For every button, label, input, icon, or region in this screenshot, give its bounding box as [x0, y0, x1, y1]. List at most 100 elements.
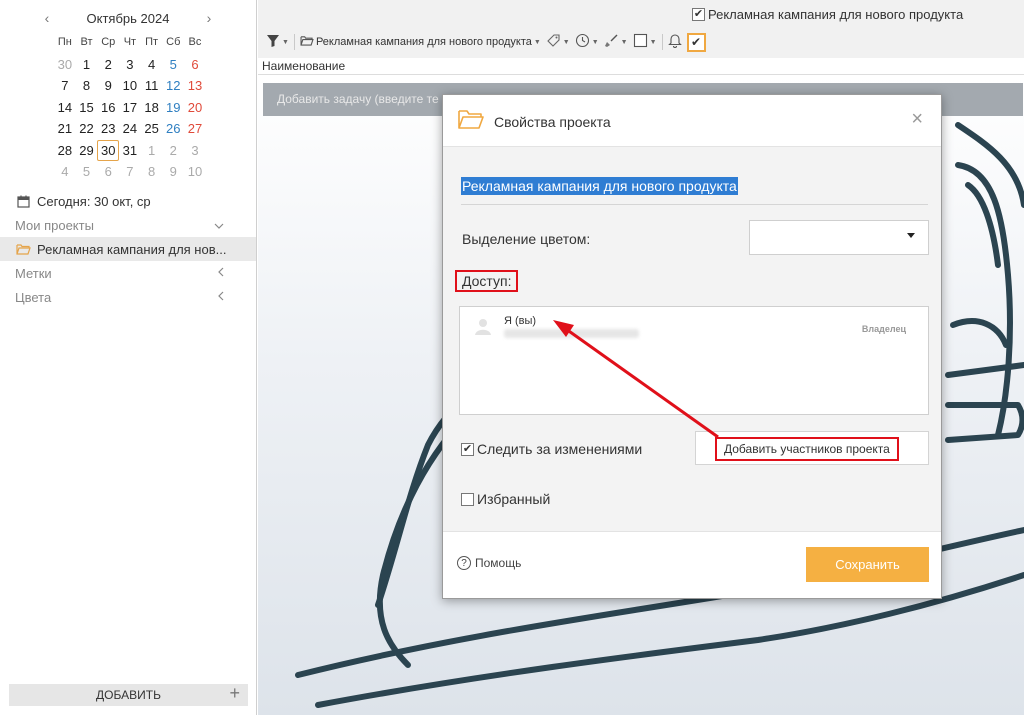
calendar-day[interactable]: 21	[54, 119, 76, 138]
caret-icon: ▼	[591, 38, 599, 46]
calendar-day[interactable]: 6	[184, 55, 206, 74]
calendar-day[interactable]: 25	[141, 119, 163, 138]
reminder-button[interactable]	[667, 32, 682, 52]
calendar-day[interactable]: 13	[184, 76, 206, 95]
calendar-day[interactable]: 9	[162, 162, 184, 181]
calendar-day[interactable]: 9	[97, 76, 119, 95]
sidebar-item-project[interactable]: Рекламная кампания для нов...	[0, 237, 256, 261]
square-icon	[633, 33, 648, 51]
favorite-checkbox[interactable]: Избранный	[461, 491, 550, 507]
calendar-day[interactable]: 23	[97, 119, 119, 138]
topbar: ✔ Рекламная кампания для нового продукта…	[258, 0, 1024, 58]
calendar-day[interactable]: 10	[184, 162, 206, 181]
project-label: Рекламная кампания для нов...	[37, 241, 227, 257]
track-changes-checkbox[interactable]: ✔ Следить за изменениями	[461, 441, 642, 457]
caret-icon: ▼	[533, 38, 541, 46]
today-item[interactable]: Сегодня: 30 окт, ср	[0, 189, 256, 213]
color-square-button[interactable]: ▼	[633, 32, 657, 52]
calendar-day[interactable]: 22	[76, 119, 98, 138]
project-name-value: Рекламная кампания для нового продукта	[461, 177, 738, 195]
calendar-day[interactable]: 3	[184, 141, 206, 160]
completed-toggle-button[interactable]: ✔	[686, 32, 706, 52]
calendar-day[interactable]: 5	[162, 55, 184, 74]
favorite-label: Избранный	[477, 491, 551, 507]
avatar	[474, 317, 492, 335]
sidebar-section-colors[interactable]: Цвета	[0, 285, 256, 309]
calendar-day[interactable]: 5	[76, 162, 98, 181]
member-role: Владелец	[861, 324, 906, 334]
calendar-day[interactable]: 14	[54, 98, 76, 117]
brush-filter-button[interactable]: ▼	[604, 32, 628, 52]
calendar-day[interactable]: 24	[119, 119, 141, 138]
calendar-day[interactable]: 7	[54, 76, 76, 95]
clock-filter-button[interactable]: ▼	[575, 32, 599, 52]
weekday: Пт	[145, 36, 159, 49]
toolbar: ▼ Рекламная кампания для нового продукта…	[266, 31, 706, 53]
calendar-week: 7 8 9 10 11 12 13	[54, 75, 206, 97]
section-label: Мои проекты	[15, 217, 94, 233]
project-check-label: Рекламная кампания для нового продукта	[708, 7, 964, 22]
caret-icon: ▼	[649, 38, 657, 46]
project-visibility-checkbox[interactable]: ✔ Рекламная кампания для нового продукта	[692, 7, 963, 22]
add-members-button[interactable]: Добавить участников проекта	[695, 431, 929, 465]
calendar-day[interactable]: 3	[119, 55, 141, 74]
calendar-day[interactable]: 30	[54, 55, 76, 74]
color-label: Выделение цветом:	[462, 231, 591, 247]
calendar-day[interactable]: 16	[97, 98, 119, 117]
next-month-button[interactable]: ›	[200, 10, 218, 26]
calendar-day[interactable]: 1	[141, 141, 163, 160]
calendar-day[interactable]: 6	[97, 162, 119, 181]
close-icon[interactable]: ×	[911, 109, 923, 129]
calendar-day[interactable]: 11	[141, 76, 163, 95]
brush-icon	[604, 33, 619, 51]
column-header-name[interactable]: Наименование	[258, 58, 1024, 75]
toolbar-divider	[661, 34, 663, 50]
calendar-day[interactable]: 28	[54, 141, 76, 160]
save-button[interactable]: Сохранить	[806, 547, 929, 582]
chevron-left-icon	[218, 266, 224, 280]
calendar-week: 14 15 16 17 18 19 20	[54, 97, 206, 119]
calendar-day[interactable]: 2	[97, 55, 119, 74]
filter-button[interactable]: ▼	[266, 32, 289, 52]
caret-icon: ▼	[282, 38, 289, 46]
calendar-day[interactable]: 2	[162, 141, 184, 160]
sidebar-section-tags[interactable]: Метки	[0, 261, 256, 285]
calendar-day[interactable]: 7	[119, 162, 141, 181]
folder-icon	[458, 109, 484, 132]
calendar-day[interactable]: 15	[76, 98, 98, 117]
track-changes-label: Следить за изменениями	[477, 441, 643, 457]
section-label: Цвета	[15, 289, 52, 305]
calendar-day[interactable]: 4	[141, 55, 163, 74]
calendar-icon	[15, 195, 31, 208]
calendar-day[interactable]: 8	[76, 76, 98, 95]
calendar-day[interactable]: 1	[76, 55, 98, 74]
calendar-day[interactable]: 31	[119, 141, 141, 160]
project-filter-dropdown[interactable]: Рекламная кампания для нового продукта ▼	[300, 32, 541, 52]
prev-month-button[interactable]: ‹	[38, 10, 56, 26]
bell-icon	[667, 33, 682, 51]
help-link[interactable]: ? Помощь	[457, 556, 521, 570]
calendar-day[interactable]: 19	[162, 98, 184, 117]
calendar-day[interactable]: 27	[184, 119, 206, 138]
calendar-day[interactable]: 10	[119, 76, 141, 95]
calendar-day[interactable]: 17	[119, 98, 141, 117]
filter-icon	[266, 34, 280, 51]
calendar-day[interactable]: 12	[162, 76, 184, 95]
calendar-day[interactable]: 8	[141, 162, 163, 181]
calendar-day[interactable]: 4	[54, 162, 76, 181]
calendar-day[interactable]: 29	[76, 141, 98, 160]
calendar-day-today[interactable]: 30	[97, 139, 120, 161]
calendar-day[interactable]: 18	[141, 98, 163, 117]
calendar-day[interactable]: 20	[184, 98, 206, 117]
color-select[interactable]	[749, 220, 929, 255]
tag-filter-button[interactable]: ▼	[546, 32, 570, 52]
calendar-week: 21 22 23 24 25 26 27	[54, 118, 206, 140]
checkmark-icon: ✔	[691, 35, 702, 49]
add-button[interactable]: ДОБАВИТЬ +	[9, 683, 248, 706]
member-name: Я (вы)	[504, 315, 537, 327]
project-name-field[interactable]: Рекламная кампания для нового продукта	[461, 165, 928, 205]
access-label: Доступ:	[455, 270, 519, 292]
calendar-day[interactable]: 26	[162, 119, 184, 138]
sidebar-section-my-projects[interactable]: Мои проекты	[0, 213, 256, 237]
caret-icon: ▼	[620, 38, 628, 46]
